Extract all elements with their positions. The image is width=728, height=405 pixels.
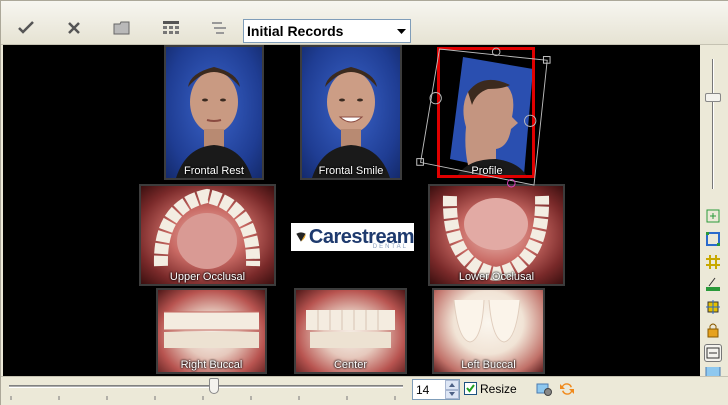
frame-icon [706,347,720,359]
resize-checkbox[interactable] [464,382,477,395]
photo-center[interactable]: Center [294,288,407,374]
folder-icon [113,21,130,35]
move-icon [706,300,720,314]
level-button[interactable] [704,275,722,293]
app-window: Initial Records Frontal Rest Frontal Smi… [0,0,728,405]
teeth-arch-image [153,188,261,269]
crop-button[interactable] [704,230,722,248]
resize-label: Resize [480,382,517,396]
photo-label: Center [333,359,368,371]
face-image [176,67,252,178]
refresh-button[interactable] [558,380,576,398]
photo-right-buccal[interactable]: Right Buccal [156,288,267,374]
profile-image [450,57,533,175]
image-settings-icon [536,383,552,396]
grid-button[interactable] [704,253,722,271]
move-button[interactable] [704,298,722,316]
zoom-slider-thumb[interactable] [705,93,721,102]
align-button[interactable] [204,15,234,41]
chevron-down-icon[interactable] [393,20,410,42]
logo-sub: DENTAL [372,244,408,250]
photo-label: Profile [471,165,503,177]
bottom-bar [1,376,728,405]
accept-button[interactable] [11,15,41,41]
stepper-down-icon[interactable] [445,389,459,399]
cancel-button[interactable] [59,15,89,41]
grid-layout-icon [163,21,179,34]
size-stepper[interactable]: 14 [412,379,460,400]
teeth-arch-image [442,195,550,282]
photo-canvas[interactable]: Frontal Rest Frontal Smile Profile Upper… [3,45,700,376]
size-stepper-value[interactable]: 14 [413,383,445,397]
logo-mark-icon [296,232,306,242]
template-select[interactable]: Initial Records [243,19,411,43]
open-folder-button[interactable] [107,15,137,41]
image-settings-button[interactable] [535,380,553,398]
photo-left-buccal[interactable]: Left Buccal [432,288,545,374]
photo-profile[interactable]: Profile [436,45,538,180]
photo-label: Upper Occlusal [169,271,246,283]
photo-label: Left Buccal [461,359,516,371]
size-slider-thumb[interactable] [209,378,219,394]
photo-label: Frontal Rest [184,165,244,177]
picture-icon [705,367,721,376]
x-icon [68,22,80,34]
size-slider-track[interactable] [9,385,403,388]
photo-label: Right Buccal [180,359,243,371]
grid-icon [706,255,720,269]
photo-frontal-smile[interactable]: Frontal Smile [300,45,402,180]
photo-label: Lower Occlusal [458,271,535,283]
fit-button[interactable] [704,207,722,225]
zoom-slider-track[interactable] [712,59,714,189]
checkmark-icon [466,384,475,393]
refresh-icon [560,383,574,395]
toolbar: Initial Records [1,1,728,45]
lock-button[interactable] [704,321,722,339]
level-icon [706,277,720,291]
layout-button[interactable] [156,15,186,41]
crop-icon [706,232,720,246]
picture-button[interactable] [704,367,722,376]
photo-lower-occlusal[interactable]: Lower Occlusal [428,184,565,286]
photo-frontal-rest[interactable]: Frontal Rest [164,45,264,180]
photo-label: Frontal Smile [318,165,384,177]
photo-upper-occlusal[interactable]: Upper Occlusal [139,184,276,286]
stepper-up-icon[interactable] [445,380,459,390]
lock-icon [707,323,719,338]
frame-button[interactable] [704,344,722,362]
align-icon [212,22,226,34]
checkmark-icon [18,21,34,34]
size-slider-ticks [10,396,396,400]
template-select-value: Initial Records [247,23,344,39]
carestream-logo: Carestream DENTAL [291,223,415,251]
face-image [312,67,390,178]
fit-icon [706,209,720,223]
